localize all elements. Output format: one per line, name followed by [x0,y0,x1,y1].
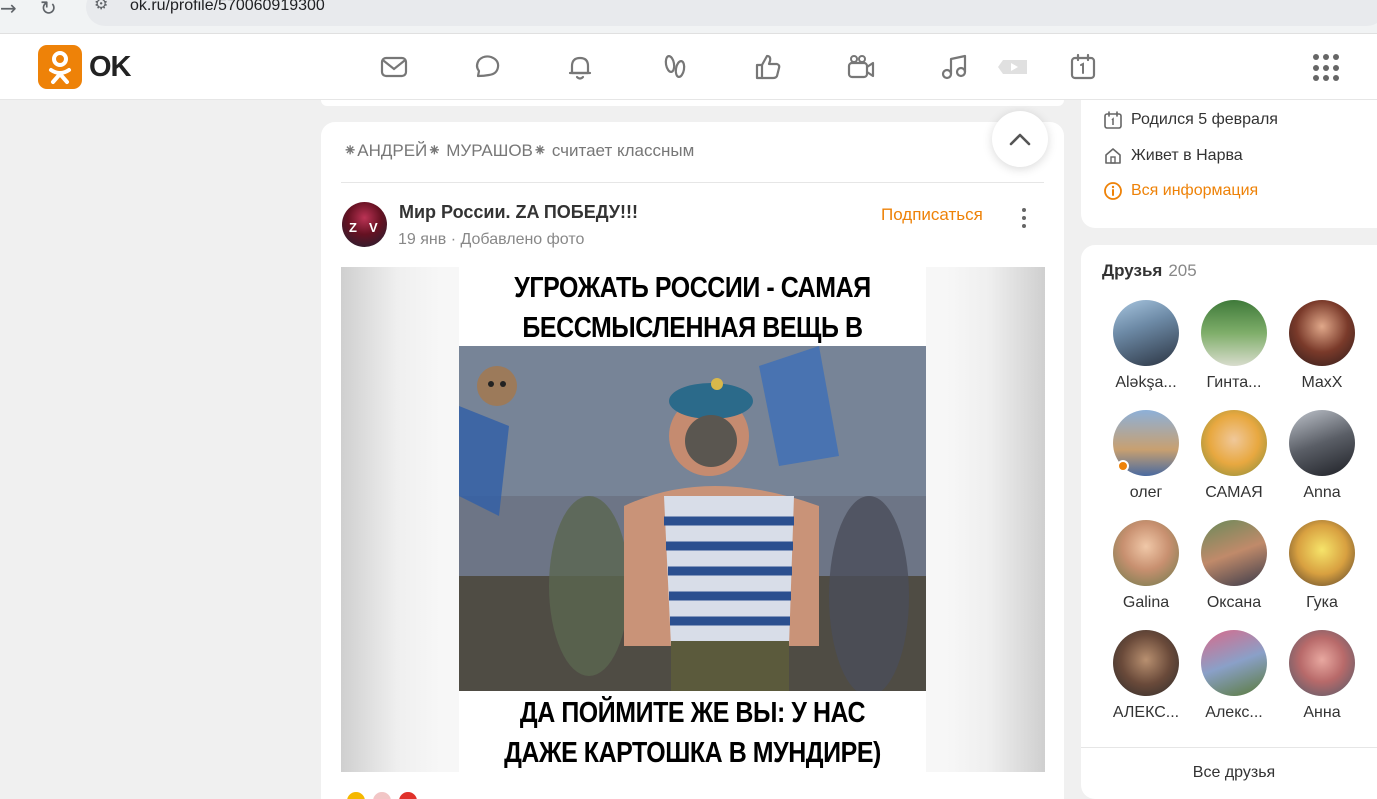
chat-icon[interactable] [470,50,504,84]
video-camera-icon[interactable] [844,50,878,84]
friend-item[interactable]: олег [1102,410,1190,502]
avatar[interactable] [1113,300,1179,366]
divider [341,182,1044,183]
scroll-to-top-button[interactable] [992,111,1048,167]
location-text: Живет в Нарва [1131,147,1243,164]
home-icon [1105,148,1121,164]
friend-item[interactable]: АЛЕКС... [1102,630,1190,722]
friend-item[interactable]: Aləkşa... [1102,300,1190,392]
friend-name[interactable]: Aləkşa... [1102,374,1190,392]
calendar-icon[interactable] [1066,50,1100,84]
friends-title[interactable]: Друзья [1102,261,1162,280]
meta-separator: · [450,231,457,248]
meme-image: УГРОЖАТЬ РОССИИ - САМАЯ БЕССМЫСЛЕННАЯ ВЕ… [459,267,926,772]
friend-name[interactable]: олег [1102,484,1190,502]
mail-icon[interactable] [377,50,411,84]
top-navigation: OK [0,34,1377,100]
all-friends-link[interactable]: Все друзья [1081,764,1377,782]
ok-logo-icon [38,45,82,89]
post-action: Добавлено фото [460,231,585,248]
more-options-icon[interactable] [1021,208,1027,228]
friend-name[interactable]: Оксана [1190,594,1278,612]
avatar[interactable] [1289,300,1355,366]
friend-name[interactable]: АЛЕКС... [1102,704,1190,722]
group-avatar[interactable]: ZV [342,202,387,247]
bell-icon[interactable] [563,50,597,84]
friend-item[interactable]: Анна [1278,630,1366,722]
friends-card: Друзья 205 Aləkşa... Гинта... MaxX олег С… [1081,245,1377,799]
url-text[interactable]: ok.ru/profile/570060919300 [130,0,325,15]
friend-item[interactable]: Оксана [1190,520,1278,612]
friend-name[interactable]: Galina [1102,594,1190,612]
friend-name[interactable]: САМАЯ [1190,484,1278,502]
info-icon [1104,182,1122,200]
friend-item[interactable]: САМАЯ [1190,410,1278,502]
friend-name[interactable]: Гука [1278,594,1366,612]
avatar[interactable] [1201,630,1267,696]
avatar[interactable] [1201,300,1267,366]
friend-item[interactable]: MaxX [1278,300,1366,392]
site-settings-icon[interactable]: ⚙ [94,0,108,13]
birthday-row: Родился 5 февраля [1103,110,1278,130]
avatar[interactable] [1113,520,1179,586]
avatar[interactable] [1113,410,1179,476]
music-icon[interactable] [937,50,971,84]
birthday-text: Родился 5 февраля [1131,111,1278,128]
friend-item[interactable]: Galina [1102,520,1190,612]
guests-icon[interactable] [658,50,692,84]
avatar[interactable] [1289,410,1355,476]
post-date[interactable]: 19 янв [398,231,446,248]
reaction-icon [345,790,367,799]
online-status-icon [1117,460,1129,472]
reload-icon[interactable]: ↻ [40,0,57,20]
subscribe-button[interactable]: Подписаться [881,205,983,225]
ok-logo-text: OK [89,50,131,83]
divider [1081,747,1377,748]
friend-item[interactable]: Гука [1278,520,1366,612]
ok-logo[interactable]: OK [38,45,131,89]
back-arrow-icon[interactable]: → [0,0,17,20]
friend-name[interactable]: Алекс... [1190,704,1278,722]
group-name[interactable]: Мир России. ZA ПОБЕДУ!!! [399,202,638,223]
meme-photo-soldier [459,346,926,691]
like-icon[interactable] [751,50,785,84]
reaction-icon [397,790,419,799]
friend-name[interactable]: Гинта... [1190,374,1278,392]
previous-card-edge [321,100,1064,106]
all-info-link[interactable]: Вся информация [1103,181,1258,201]
browser-toolbar: → ↻ ⚙ ok.ru/profile/570060919300 [0,0,1377,34]
avatar[interactable] [1201,520,1267,586]
friends-count: 205 [1168,261,1197,280]
friend-item[interactable]: Алекс... [1190,630,1278,722]
feed-post-card: ⁕АНДРЕЙ⁕ МУРАШОВ⁕ считает классным ZV Ми… [321,111,1064,799]
avatar[interactable] [1289,520,1355,586]
avatar[interactable] [1289,630,1355,696]
liked-by-text[interactable]: ⁕АНДРЕЙ⁕ МУРАШОВ⁕ считает классным [343,141,694,161]
meme-top-text: УГРОЖАТЬ РОССИИ - САМАЯ БЕССМЫСЛЕННАЯ ВЕ… [514,272,871,384]
chevron-up-icon [1009,133,1031,146]
post-photo[interactable]: УГРОЖАТЬ РОССИИ - САМАЯ БЕССМЫСЛЕННАЯ ВЕ… [341,267,1045,772]
meme-bottom-text: ДА ПОЙМИТЕ ЖЕ ВЫ: У НАС ДАЖЕ КАРТОШКА В … [504,697,881,769]
friend-name[interactable]: MaxX [1278,374,1366,392]
reaction-icon [371,790,393,799]
friend-item[interactable]: Anna [1278,410,1366,502]
location-row: Живет в Нарва [1103,146,1243,166]
calendar-icon [1104,111,1122,129]
friends-header[interactable]: Друзья 205 [1102,261,1197,281]
friend-name[interactable]: Anna [1278,484,1366,502]
video-play-icon[interactable] [995,50,1029,84]
post-meta: 19 янв · Добавлено фото [398,231,584,249]
avatar[interactable] [1201,410,1267,476]
profile-info-card: Родился 5 февраля Живет в Нарва Вся инфо… [1081,100,1377,228]
friend-name[interactable]: Анна [1278,704,1366,722]
all-info-text[interactable]: Вся информация [1131,182,1258,200]
reactions-summary[interactable] [345,790,435,799]
apps-grid-icon[interactable] [1313,54,1341,82]
avatar[interactable] [1113,630,1179,696]
friend-item[interactable]: Гинта... [1190,300,1278,392]
